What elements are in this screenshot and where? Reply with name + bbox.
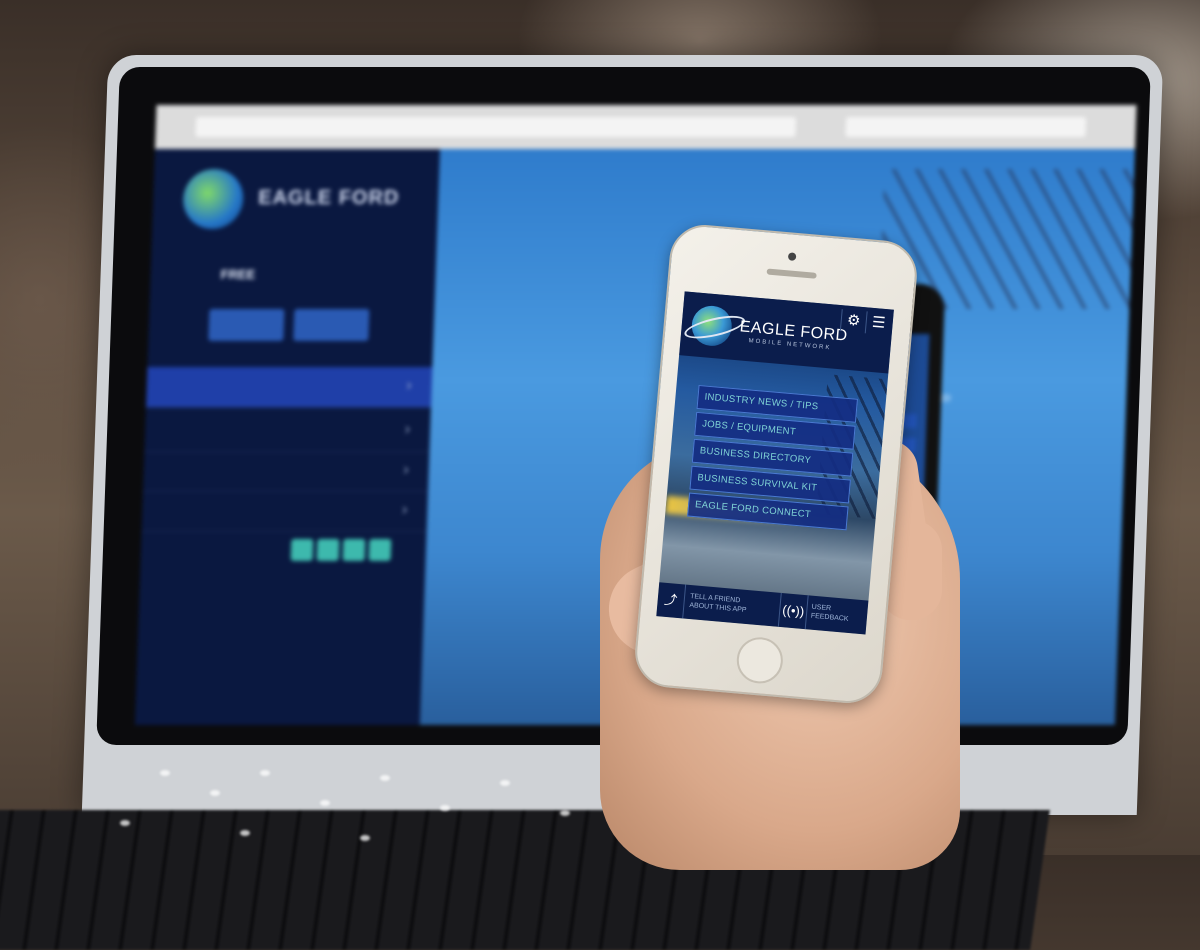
key-highlight xyxy=(120,820,130,826)
website-nav-item[interactable]: › xyxy=(143,451,430,492)
google-play-badge[interactable] xyxy=(293,309,370,341)
social-icon[interactable] xyxy=(290,539,314,561)
browser-search-box[interactable] xyxy=(845,117,1087,137)
chevron-right-icon: › xyxy=(406,377,413,394)
key-highlight xyxy=(260,770,270,776)
browser-address-bar[interactable] xyxy=(195,117,797,137)
app-store-badge[interactable] xyxy=(208,309,285,341)
app-screen: EAGLE FORD MOBILE NETWORK ⚙ ☰ INDUSTRY N… xyxy=(656,291,894,635)
gear-icon[interactable]: ⚙ xyxy=(839,309,867,334)
share-icon[interactable]: ⤴ xyxy=(656,582,687,619)
key-highlight xyxy=(380,775,390,781)
key-highlight xyxy=(240,830,250,836)
social-icon[interactable] xyxy=(316,539,340,561)
share-button-label[interactable]: TELL A FRIEND ABOUT THIS APP xyxy=(689,592,748,615)
website-sidebar: EAGLE FORD FREE › › › › xyxy=(134,149,440,725)
browser-toolbar xyxy=(154,105,1137,150)
social-icon[interactable] xyxy=(368,539,392,561)
iphone: EAGLE FORD MOBILE NETWORK ⚙ ☰ INDUSTRY N… xyxy=(632,222,920,706)
key-highlight xyxy=(360,835,370,841)
social-icon[interactable] xyxy=(342,539,366,561)
app-footer: ⤴ TELL A FRIEND ABOUT THIS APP ((•)) USE… xyxy=(656,582,869,635)
app-header: EAGLE FORD MOBILE NETWORK ⚙ ☰ xyxy=(679,291,894,374)
key-highlight xyxy=(500,780,510,786)
earpiece xyxy=(766,268,817,279)
key-highlight xyxy=(160,770,170,776)
website-nav-item-active[interactable]: › xyxy=(145,367,433,408)
website-price: FREE xyxy=(220,267,256,282)
key-highlight xyxy=(210,790,220,796)
chevron-right-icon: › xyxy=(404,421,411,438)
feedback-button-label[interactable]: USER FEEDBACK xyxy=(810,603,849,624)
chevron-right-icon: › xyxy=(403,461,410,478)
website-logo-globe-icon xyxy=(182,169,245,229)
website-nav-item[interactable]: › xyxy=(141,491,429,532)
home-button[interactable] xyxy=(734,635,785,686)
website-logo-text: EAGLE FORD xyxy=(257,187,400,209)
broadcast-icon[interactable]: ((•)) xyxy=(777,592,809,630)
hamburger-icon[interactable]: ☰ xyxy=(864,311,892,336)
key-highlight xyxy=(560,810,570,816)
key-highlight xyxy=(440,805,450,811)
chevron-right-icon: › xyxy=(401,501,408,518)
website-nav-item[interactable]: › xyxy=(144,411,431,452)
feedback-label-line: FEEDBACK xyxy=(810,612,849,623)
key-highlight xyxy=(320,800,330,806)
front-camera xyxy=(787,252,797,261)
